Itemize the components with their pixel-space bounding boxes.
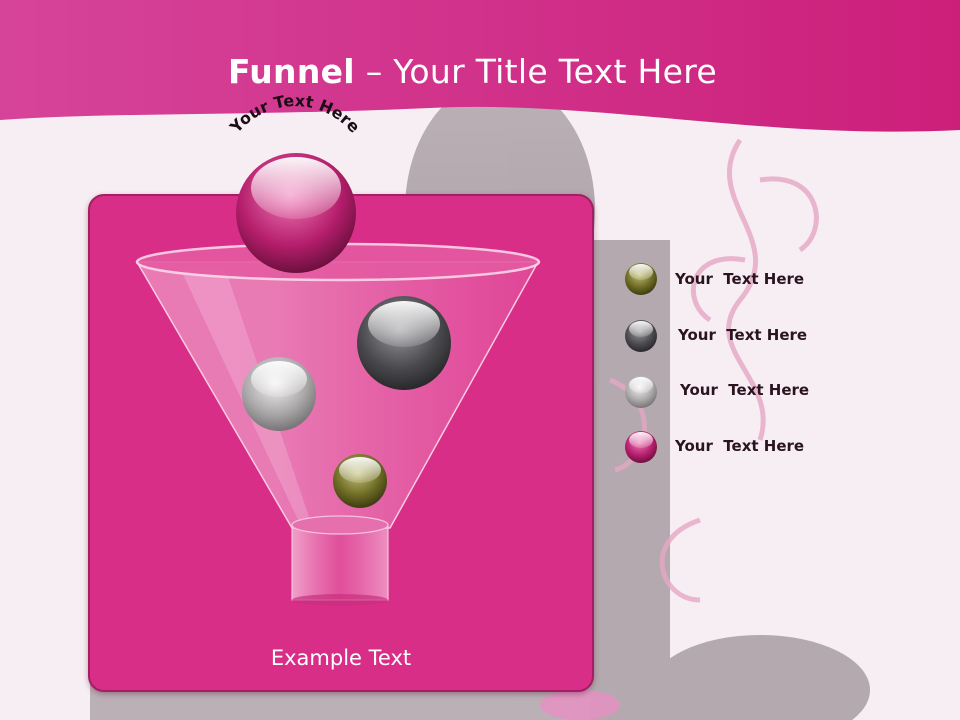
- legend-label-3: Your Text Here: [680, 381, 810, 399]
- ball-olive: [333, 454, 387, 508]
- arc-title-text: Your Text Here: [225, 91, 363, 137]
- legend-label-4: Your Text Here: [675, 437, 805, 455]
- ball-magenta-top: [236, 153, 356, 273]
- legend-ball-magenta: [625, 431, 657, 463]
- funnel-graphic: Your Text Here: [135, 91, 657, 606]
- legend-label-1: Your Text Here: [675, 270, 805, 288]
- legend-label-2: Your Text Here: [678, 326, 808, 344]
- example-text: Example Text: [270, 646, 412, 670]
- legend-ball-olive: [625, 263, 657, 295]
- legend-ball-light-gray: [625, 376, 657, 408]
- legend-ball-dark-gray: [625, 320, 657, 352]
- ball-light-gray: [242, 357, 316, 431]
- ball-dark-gray: [357, 296, 451, 390]
- funnel-spout: [291, 515, 389, 606]
